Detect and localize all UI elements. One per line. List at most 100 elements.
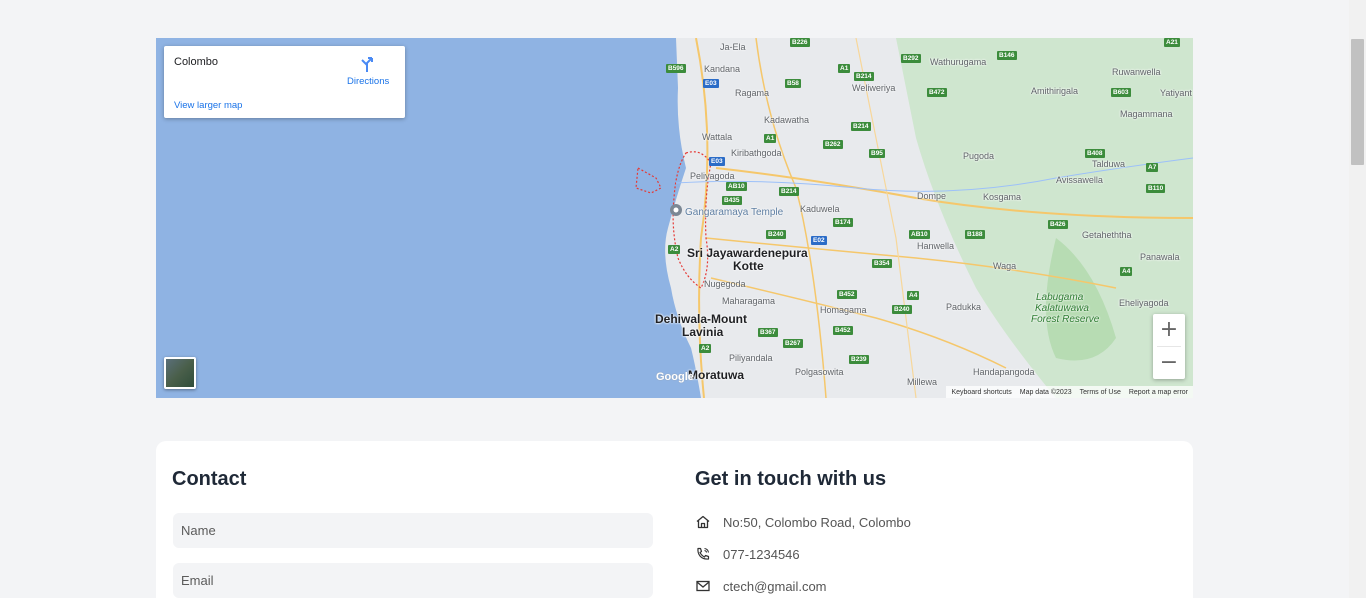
terms-link[interactable]: Terms of Use [1080, 389, 1121, 396]
map-place-label: Nugegoda [704, 279, 746, 289]
address-text: No:50, Colombo Road, Colombo [723, 514, 911, 530]
zoom-in-button[interactable]: + [1153, 314, 1185, 346]
zoom-controls: + − [1153, 314, 1185, 379]
name-input[interactable] [173, 513, 653, 548]
road-badge: A2 [699, 344, 712, 353]
road-badge: B472 [927, 88, 947, 97]
map-footer: Keyboard shortcuts Map data ©2023 Terms … [946, 386, 1193, 398]
place-title: Colombo [174, 56, 219, 68]
map-place-label: Ruwanwella [1112, 67, 1161, 77]
map-place-label: Forest Reserve [1031, 314, 1100, 325]
map-place-label: Kosgama [983, 192, 1022, 202]
map-place-label: Kalatuwawa [1035, 303, 1089, 314]
road-badge: E03 [703, 79, 719, 88]
road-badge: B214 [854, 72, 874, 81]
road-badge: B240 [892, 305, 912, 314]
map-place-label: Handapangoda [973, 367, 1035, 377]
road-badge: B452 [833, 326, 853, 335]
map-place-label: Waga [993, 261, 1017, 271]
embedded-map[interactable]: Ja-Ela Wathurugama Ruwanwella Kandana We… [156, 38, 1193, 398]
map-place-label: Kandana [704, 64, 741, 74]
phone-row: 077-1234546 [695, 546, 800, 562]
directions-icon[interactable] [360, 56, 374, 72]
road-badge: B240 [766, 230, 786, 239]
map-place-label: Kadawatha [764, 115, 810, 125]
road-badge: B239 [849, 355, 869, 364]
map-place-label: Talduwa [1092, 159, 1126, 169]
report-error-link[interactable]: Report a map error [1129, 389, 1188, 396]
map-place-label: Piliyandala [729, 353, 773, 363]
road-badge: AB10 [726, 182, 747, 191]
map-place-label: Lavinia [682, 325, 724, 339]
contact-card: Contact Get in touch with us No:50, Colo… [156, 441, 1193, 598]
map-place-label: Maharagama [722, 296, 776, 306]
road-badge: A4 [907, 291, 920, 300]
road-badge: B188 [965, 230, 985, 239]
road-badge: B174 [833, 218, 853, 227]
map-place-label: Getaheththa [1082, 230, 1132, 240]
zoom-out-button[interactable]: − [1153, 347, 1185, 379]
map-place-label: Panawala [1140, 252, 1180, 262]
scrollbar-thumb[interactable] [1351, 39, 1364, 165]
road-badge: B262 [823, 140, 843, 149]
mail-icon [696, 580, 710, 592]
road-badge: A7 [1146, 163, 1159, 172]
keyboard-shortcuts-link[interactable]: Keyboard shortcuts [951, 389, 1011, 396]
address-row: No:50, Colombo Road, Colombo [695, 514, 911, 530]
phone-icon [697, 547, 710, 560]
map-place-label: Millewa [907, 377, 938, 387]
road-badge: B603 [1111, 88, 1131, 97]
map-place-label: Yatiyant [1160, 88, 1192, 98]
road-badge: E02 [811, 236, 827, 245]
road-badge: B408 [1085, 149, 1105, 158]
road-badge: A21 [1164, 38, 1180, 47]
road-badge: B214 [851, 122, 871, 131]
satellite-layer-toggle[interactable] [164, 357, 196, 389]
map-place-label: Sri Jayawardenepura [687, 246, 808, 260]
page-scrollbar[interactable] [1349, 0, 1366, 598]
google-logo: Google [656, 371, 694, 383]
road-badge: B292 [901, 54, 921, 63]
map-place-label: Pugoda [963, 151, 995, 161]
home-icon [696, 515, 710, 529]
map-place-label: Homagama [820, 305, 867, 315]
get-in-touch-title: Get in touch with us [695, 468, 887, 490]
road-badge: B435 [722, 196, 742, 205]
contact-title: Contact [172, 468, 247, 490]
map-place-label: Gangaramaya Temple [685, 207, 784, 218]
view-larger-map-link[interactable]: View larger map [174, 100, 242, 111]
road-badge: A1 [764, 134, 777, 143]
map-place-label: Hanwella [917, 241, 955, 251]
map-place-label: Dehiwala-Mount [655, 312, 747, 326]
map-place-card: Colombo View larger map Directions [164, 46, 405, 118]
map-place-label: Weliweriya [852, 83, 896, 93]
map-place-label: Amithirigala [1031, 86, 1079, 96]
road-badge: B226 [790, 38, 810, 47]
map-place-label: Avissawella [1056, 175, 1103, 185]
map-place-label: Ragama [735, 88, 770, 98]
map-place-label: Labugama [1036, 292, 1084, 303]
email-row: ctech@gmail.com [695, 578, 827, 594]
road-badge: B354 [872, 259, 892, 268]
map-place-label: Ja-Ela [720, 42, 746, 52]
map-place-label: Wattala [702, 132, 733, 142]
map-place-label: Peliyagoda [690, 171, 735, 181]
map-place-label: Polgasowita [795, 367, 844, 377]
email-input[interactable] [173, 563, 653, 598]
map-place-label: Kiribathgoda [731, 148, 782, 158]
road-badge: B214 [779, 187, 799, 196]
road-badge: B596 [666, 64, 686, 73]
map-place-label: Eheliyagoda [1119, 298, 1169, 308]
road-badge: B267 [783, 339, 803, 348]
email-text: ctech@gmail.com [723, 578, 827, 594]
road-badge: A2 [668, 245, 681, 254]
map-place-label: Wathurugama [930, 57, 987, 67]
road-badge: A1 [838, 64, 851, 73]
map-place-label: Kotte [733, 259, 764, 273]
road-badge: B58 [785, 79, 801, 88]
road-badge: B452 [837, 290, 857, 299]
map-place-label: Magammana [1120, 109, 1173, 119]
map-place-label: Padukka [946, 302, 982, 312]
map-place-label: Dompe [917, 191, 947, 201]
directions-link[interactable]: Directions [347, 76, 389, 87]
